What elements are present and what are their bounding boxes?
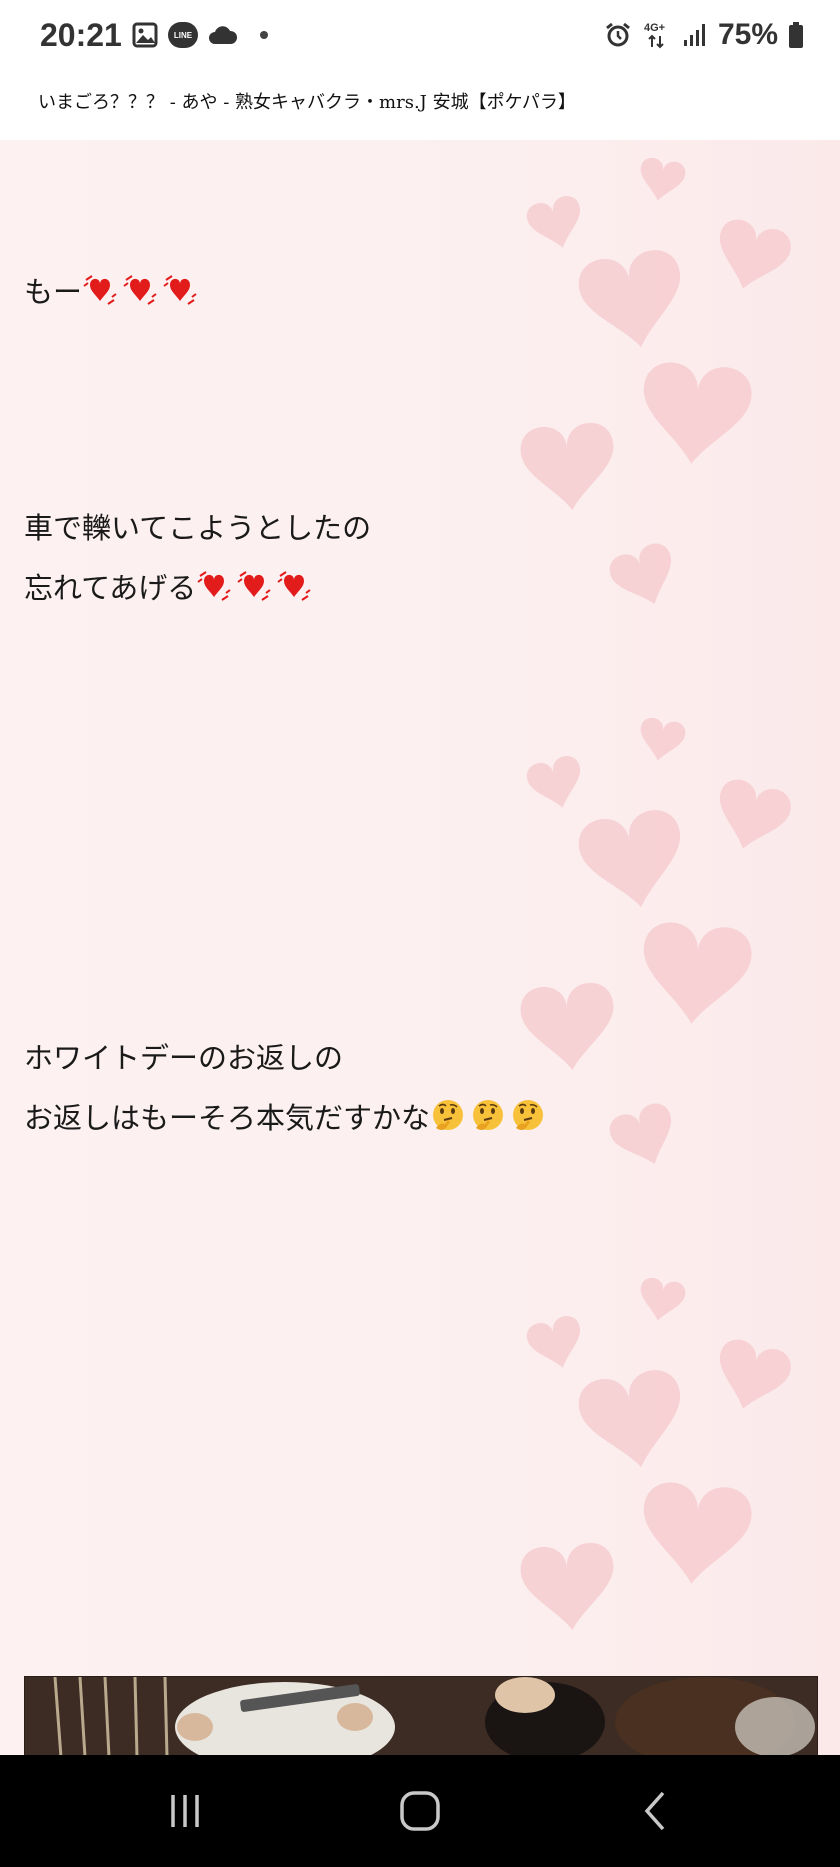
recent-apps-button[interactable] <box>145 1783 225 1839</box>
thinking-face-icon <box>433 1100 464 1130</box>
post-text-line-with-emoji: 忘れてあげる <box>24 558 371 618</box>
page-header: いまごろ？？？ - あや - 熟女キャバクラ・mrs.J 安城【ポケパラ】 <box>0 70 840 140</box>
network-label: 4G+ <box>644 22 665 34</box>
thinking-face-icon <box>513 1100 544 1130</box>
status-icons-left: LINE <box>132 22 268 48</box>
back-button[interactable] <box>615 1783 695 1839</box>
network-4g-icon: 4G+ <box>644 22 665 49</box>
post-paragraph-2: 車で轢いてこようとしたの 忘れてあげる <box>24 498 371 618</box>
revolving-hearts-icon <box>83 275 117 305</box>
decorative-hearts <box>520 158 791 605</box>
signal-icon <box>683 24 705 46</box>
battery-percentage: 75% <box>717 18 778 51</box>
post-text-line: もー <box>24 275 83 309</box>
status-bar: 20:21 LINE 4G+ 75% <box>0 0 840 70</box>
alarm-icon <box>606 22 630 47</box>
line-icon-label: LINE <box>173 30 193 40</box>
battery-icon <box>789 22 803 48</box>
thinking-face-icon <box>473 1100 504 1130</box>
status-time: 20:21 <box>40 17 122 53</box>
revolving-hearts-icon <box>197 571 231 601</box>
revolving-hearts-icon <box>123 275 157 305</box>
post-paragraph-3: ホワイトデーのお返しの お返しはもーそろ本気だすかな <box>24 1028 550 1148</box>
home-button[interactable] <box>380 1783 460 1839</box>
gallery-icon <box>132 22 158 48</box>
post-text-line: 忘れてあげる <box>24 571 197 605</box>
revolving-hearts-icon <box>163 275 197 305</box>
post-text-line: ホワイトデーのお返しの <box>24 1041 344 1075</box>
navigation-bar <box>0 1755 840 1867</box>
line-icon: LINE <box>168 22 198 48</box>
post-text-line: お返しはもーそろ本気だすかな <box>24 1101 431 1135</box>
revolving-hearts-icon <box>277 571 311 601</box>
status-icons-right: 4G+ 75% <box>604 18 804 52</box>
post-content[interactable]: もー 車で轢いてこようとしたの 忘れてあげる ホワイトデーのお返しの お返しはも… <box>0 140 840 1755</box>
post-paragraph-1: もー <box>24 262 202 322</box>
post-text-line-with-emoji: お返しはもーそろ本気だすかな <box>24 1088 550 1148</box>
photo-content <box>25 1677 817 1755</box>
recent-apps-icon <box>171 1795 199 1827</box>
decorative-hearts <box>520 718 791 1165</box>
post-text-line: 車で轢いてこようとしたの <box>24 511 372 545</box>
notification-dot-icon <box>260 31 268 39</box>
back-icon <box>644 1791 665 1831</box>
home-icon <box>400 1791 440 1831</box>
cloud-icon <box>209 26 238 44</box>
page-title: いまごろ？？？ - あや - 熟女キャバクラ・mrs.J 安城【ポケパラ】 <box>38 92 576 113</box>
post-photo[interactable] <box>24 1676 818 1755</box>
revolving-hearts-icon <box>237 571 271 601</box>
